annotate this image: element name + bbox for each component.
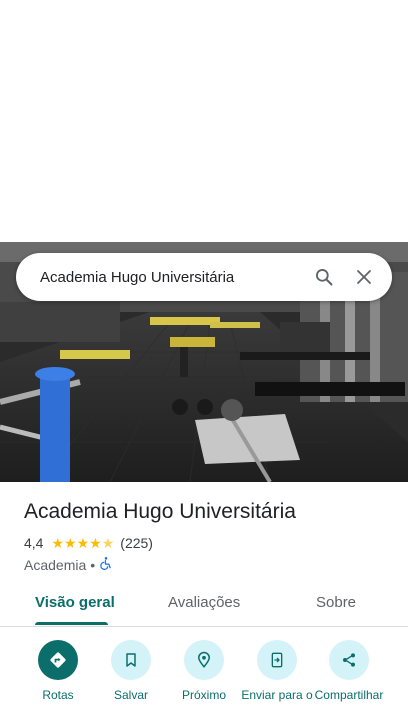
star-half-icon: ★ <box>101 535 115 551</box>
review-count[interactable]: (225) <box>120 535 153 551</box>
nearby-label: Próximo <box>181 688 226 702</box>
tab-overview[interactable]: Visão geral <box>35 594 115 611</box>
nearby-button[interactable]: Próximo <box>168 640 240 703</box>
share-label: Compartilhar <box>314 688 384 702</box>
star-rating: ★ ★ ★ ★ ★ <box>51 536 114 550</box>
wheelchair-accessible-icon <box>99 556 113 573</box>
star-icon: ★ <box>64 535 77 551</box>
place-tabs: Visão geral Avaliações Sobre <box>0 584 408 627</box>
share-button[interactable]: Compartilhar <box>313 640 385 703</box>
tab-active-indicator <box>35 622 108 625</box>
nearby-icon <box>184 640 224 680</box>
tab-reviews[interactable]: Avaliações <box>168 594 240 611</box>
search-icon[interactable] <box>304 257 344 297</box>
action-bar: Rotas Salvar Próximo Enviar para o Compa… <box>0 640 408 724</box>
send-to-phone-icon <box>257 640 297 680</box>
place-category: Academia <box>24 556 87 573</box>
bookmark-icon <box>111 640 151 680</box>
star-icon: ★ <box>76 535 90 551</box>
rating-row[interactable]: 4,4 ★ ★ ★ ★ ★ (225) <box>24 535 153 551</box>
star-icon: ★ <box>51 535 65 551</box>
star-icon: ★ <box>89 535 102 551</box>
close-icon[interactable] <box>344 257 384 297</box>
search-input[interactable]: Academia Hugo Universitária <box>40 269 304 286</box>
send-to-phone-label: Enviar para o <box>241 688 313 702</box>
send-to-phone-button[interactable]: Enviar para o <box>241 640 313 703</box>
map-area[interactable] <box>0 0 408 242</box>
tab-about[interactable]: Sobre <box>316 594 356 611</box>
save-label: Salvar <box>113 688 148 702</box>
save-button[interactable]: Salvar <box>95 640 167 703</box>
separator: • <box>90 556 96 573</box>
directions-label: Rotas <box>42 688 74 702</box>
category-row: Academia • <box>24 556 113 573</box>
directions-button[interactable]: Rotas <box>22 640 94 703</box>
place-title: Academia Hugo Universitária <box>24 500 296 523</box>
search-bar[interactable]: Academia Hugo Universitária <box>16 253 392 301</box>
directions-icon <box>38 640 78 680</box>
rating-value: 4,4 <box>24 535 44 551</box>
share-icon <box>329 640 369 680</box>
